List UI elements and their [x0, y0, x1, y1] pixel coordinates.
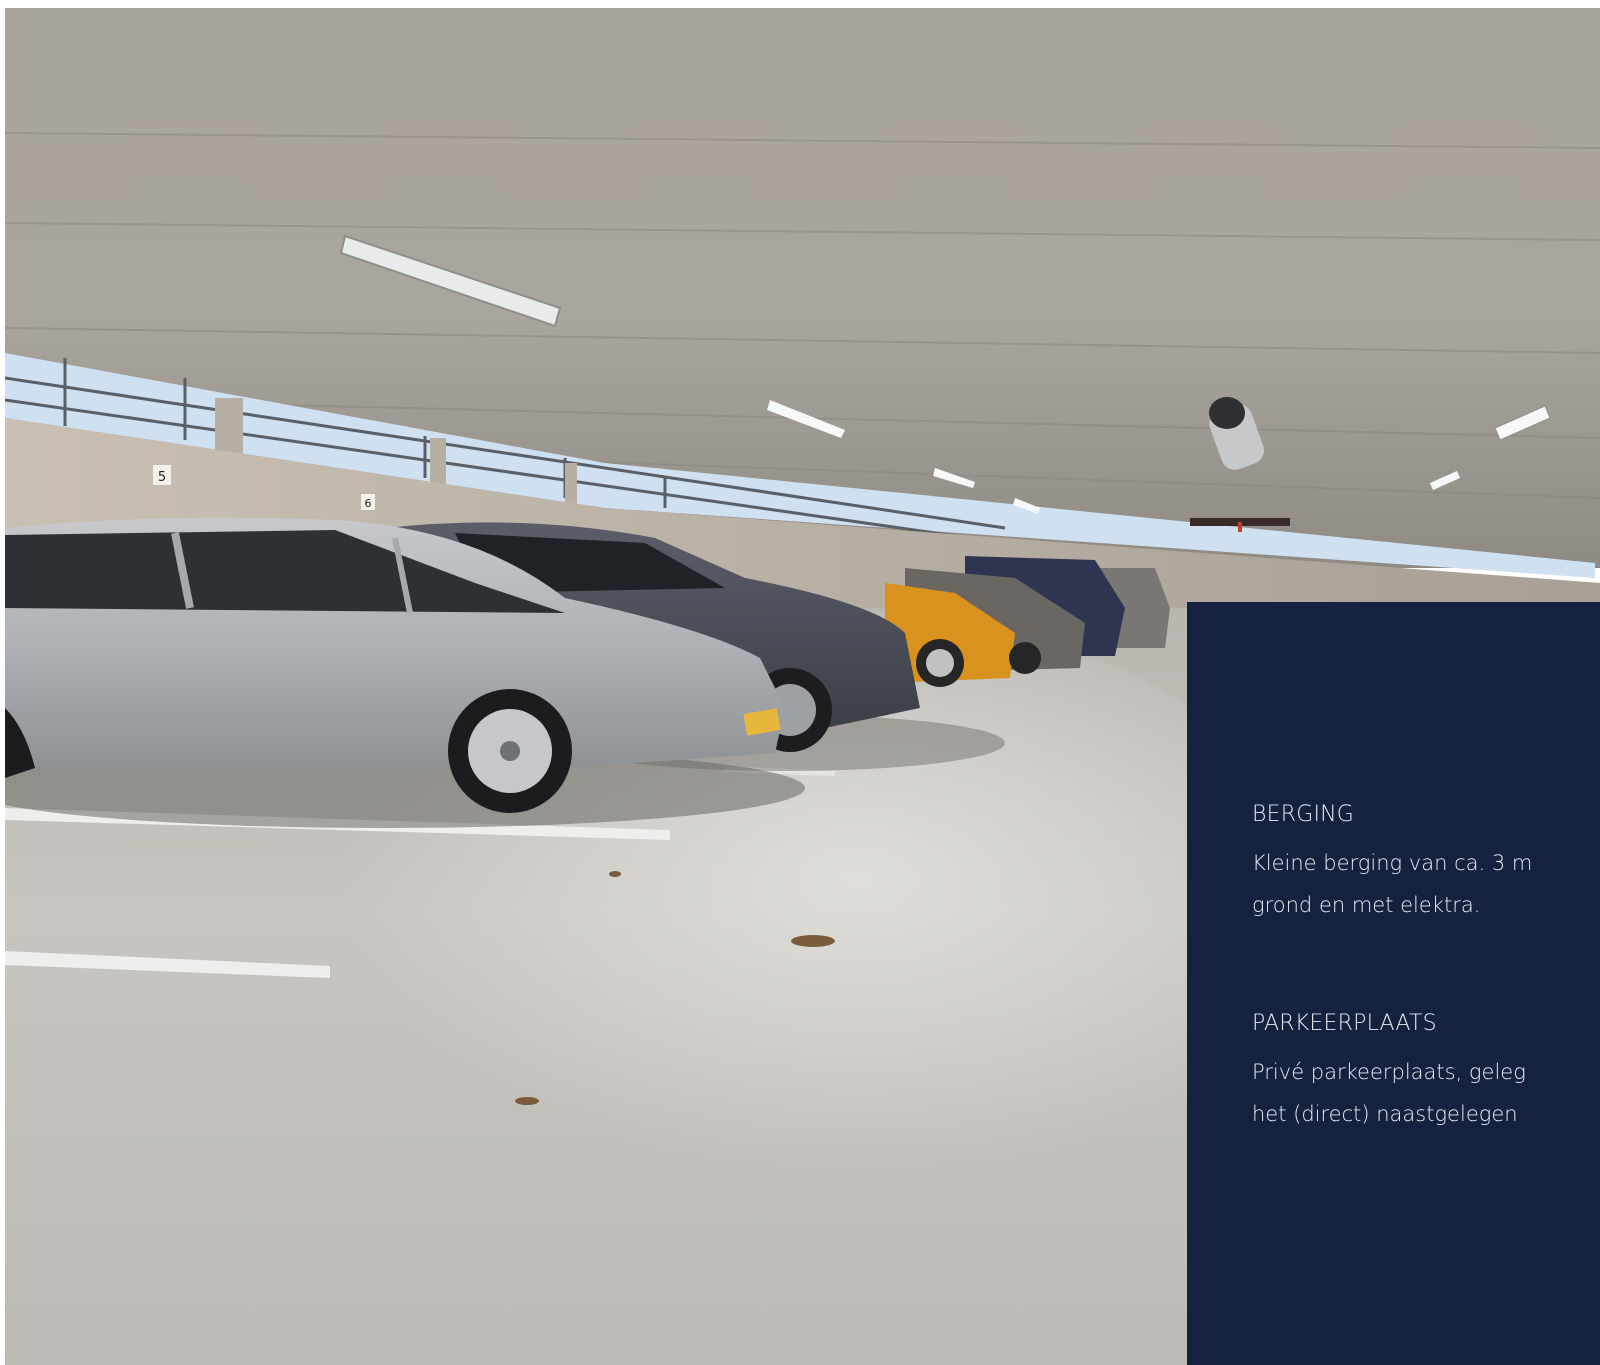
section-line: het (direct) naastgelegen [1252, 1102, 1518, 1126]
section-parkeerplaats: PARKEERPLAATS Privé parkeerplaats, geleg… [1252, 1009, 1600, 1135]
section-text-parkeerplaats: Privé parkeerplaats, geleg het (direct) … [1252, 1051, 1600, 1135]
info-panel: BERGING Kleine berging van ca. 3 m grond… [1187, 602, 1600, 1365]
section-berging: BERGING Kleine berging van ca. 3 m grond… [1252, 800, 1600, 926]
bay-number-6: 6 [365, 497, 372, 510]
page: 5 6 BERGING Kleine berging van ca. 3 m g… [0, 0, 1600, 1365]
bay-number-5: 5 [158, 470, 166, 485]
section-line: Privé parkeerplaats, geleg [1252, 1060, 1526, 1084]
section-text-berging: Kleine berging van ca. 3 m grond en met … [1252, 842, 1600, 926]
section-line: grond en met elektra. [1252, 893, 1481, 917]
section-title-parkeerplaats: PARKEERPLAATS [1252, 1011, 1437, 1036]
section-line: Kleine berging van ca. 3 m [1252, 851, 1533, 875]
section-title-berging: BERGING [1252, 802, 1355, 827]
